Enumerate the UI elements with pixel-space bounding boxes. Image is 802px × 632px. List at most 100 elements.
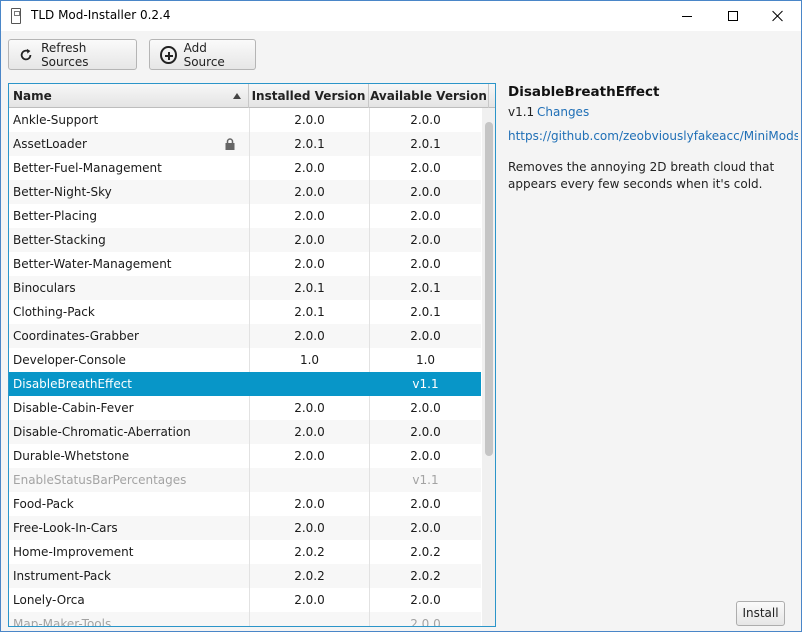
installed-version-cell: 2.0.0	[249, 204, 369, 228]
installed-version-cell: 2.0.0	[249, 516, 369, 540]
installed-version-cell: 2.0.2	[249, 564, 369, 588]
installed-version-cell: 2.0.0	[249, 420, 369, 444]
available-version-cell: 2.0.0	[369, 204, 481, 228]
available-version-cell: 2.0.0	[369, 516, 481, 540]
mod-name-cell: Instrument-Pack	[13, 569, 111, 583]
installed-version-cell: 2.0.0	[249, 396, 369, 420]
table-row[interactable]: Developer-Console 1.0 1.0	[9, 348, 481, 372]
table-row[interactable]: EnableStatusBarPercentages v1.1	[9, 468, 481, 492]
installed-version-cell: 2.0.0	[249, 492, 369, 516]
close-button[interactable]	[755, 1, 801, 31]
available-version-cell: 2.0.0	[369, 252, 481, 276]
available-version-cell: 2.0.1	[369, 300, 481, 324]
mod-name-cell: Better-Placing	[13, 209, 97, 223]
table-row[interactable]: DisableBreathEffect v1.1	[9, 372, 481, 396]
mod-name-cell: Better-Fuel-Management	[13, 161, 162, 175]
available-version-cell: 2.0.0	[369, 444, 481, 468]
installed-version-cell: 2.0.0	[249, 180, 369, 204]
mod-name-cell: AssetLoader	[13, 137, 87, 151]
installed-version-cell: 2.0.0	[249, 108, 369, 132]
table-row[interactable]: Better-Night-Sky 2.0.0 2.0.0	[9, 180, 481, 204]
maximize-icon	[728, 11, 738, 21]
available-version-cell: 2.0.1	[369, 132, 481, 156]
installed-version-cell: 2.0.0	[249, 252, 369, 276]
available-version-cell: 1.0	[369, 348, 481, 372]
minimize-button[interactable]	[664, 1, 710, 31]
table-row[interactable]: Better-Water-Management 2.0.0 2.0.0	[9, 252, 481, 276]
source-url-link[interactable]: https://github.com/zeobviouslyfakeacc/Mi…	[508, 129, 798, 143]
mod-name-cell: Clothing-Pack	[13, 305, 95, 319]
table-header: Name Installed Version Available Version	[9, 84, 495, 108]
mod-name-cell: Food-Pack	[13, 497, 74, 511]
table-row[interactable]: Better-Placing 2.0.0 2.0.0	[9, 204, 481, 228]
table-row[interactable]: Food-Pack 2.0.0 2.0.0	[9, 492, 481, 516]
app-window: TLD Mod-Installer 0.2.4 Refresh Sources …	[0, 0, 802, 632]
sort-ascending-icon	[233, 93, 241, 99]
table-row[interactable]: Ankle-Support 2.0.0 2.0.0	[9, 108, 481, 132]
vertical-scrollbar[interactable]	[482, 108, 495, 626]
refresh-sources-button[interactable]: Refresh Sources	[8, 39, 137, 70]
mod-name-cell: DisableBreathEffect	[13, 377, 132, 391]
mod-name-cell: Binoculars	[13, 281, 76, 295]
mod-name-cell: Coordinates-Grabber	[13, 329, 139, 343]
table-row[interactable]: Home-Improvement 2.0.2 2.0.2	[9, 540, 481, 564]
lock-icon	[225, 138, 235, 150]
detail-version: v1.1	[508, 105, 535, 119]
install-button[interactable]: Install	[736, 601, 785, 626]
maximize-button[interactable]	[710, 1, 756, 31]
available-version-cell: 2.0.0	[369, 180, 481, 204]
column-header-installed-version[interactable]: Installed Version	[249, 84, 369, 108]
mod-name-cell: Disable-Cabin-Fever	[13, 401, 134, 415]
mod-name-cell: Lonely-Orca	[13, 593, 85, 607]
mod-name-cell: EnableStatusBarPercentages	[13, 473, 187, 487]
available-version-cell: 2.0.0	[369, 492, 481, 516]
installed-version-cell: 2.0.0	[249, 156, 369, 180]
close-icon	[772, 10, 784, 22]
mod-name-cell: Disable-Chromatic-Aberration	[13, 425, 191, 439]
changes-link[interactable]: Changes	[537, 105, 589, 119]
table-row[interactable]: Map-Maker-Tools 2.0.0	[9, 612, 481, 627]
table-row[interactable]: Coordinates-Grabber 2.0.0 2.0.0	[9, 324, 481, 348]
table-row[interactable]: Binoculars 2.0.1 2.0.1	[9, 276, 481, 300]
scrollbar-thumb[interactable]	[485, 122, 493, 456]
refresh-icon	[20, 48, 32, 60]
table-row[interactable]: Instrument-Pack 2.0.2 2.0.2	[9, 564, 481, 588]
detail-description: Removes the annoying 2D breath cloud tha…	[508, 160, 775, 191]
installed-version-cell: 2.0.1	[249, 132, 369, 156]
add-source-button[interactable]: Add Source	[149, 39, 256, 70]
table-row[interactable]: Disable-Cabin-Fever 2.0.0 2.0.0	[9, 396, 481, 420]
add-circle-icon	[160, 45, 177, 64]
column-header-available-version[interactable]: Available Version	[369, 84, 489, 108]
add-source-label: Add Source	[183, 40, 225, 69]
mod-name-cell: Durable-Whetstone	[13, 449, 130, 463]
mod-name-cell: Map-Maker-Tools	[13, 617, 112, 627]
available-version-cell: v1.1	[369, 372, 481, 396]
available-version-cell: 2.0.0	[369, 324, 481, 348]
title-bar: TLD Mod-Installer 0.2.4	[1, 1, 801, 31]
available-version-cell: 2.0.0	[369, 588, 481, 612]
refresh-sources-label: Refresh Sources	[41, 40, 89, 69]
available-version-cell: 2.0.2	[369, 540, 481, 564]
table-row[interactable]: Better-Stacking 2.0.0 2.0.0	[9, 228, 481, 252]
available-version-cell: 2.0.0	[369, 228, 481, 252]
mod-name-cell: Better-Stacking	[13, 233, 106, 247]
mod-name-cell: Free-Look-In-Cars	[13, 521, 118, 535]
installed-version-cell	[249, 612, 369, 626]
available-version-cell: 2.0.0	[369, 396, 481, 420]
column-header-name[interactable]: Name	[9, 84, 249, 108]
available-version-cell: 2.0.0	[369, 420, 481, 444]
detail-title: DisableBreathEffect	[508, 84, 660, 100]
header-filler	[489, 84, 495, 108]
table-row[interactable]: Disable-Chromatic-Aberration 2.0.0 2.0.0	[9, 420, 481, 444]
table-row[interactable]: Clothing-Pack 2.0.1 2.0.1	[9, 300, 481, 324]
installed-version-cell: 2.0.2	[249, 540, 369, 564]
table-row[interactable]: Durable-Whetstone 2.0.0 2.0.0	[9, 444, 481, 468]
table-row[interactable]: Free-Look-In-Cars 2.0.0 2.0.0	[9, 516, 481, 540]
app-icon	[11, 8, 21, 24]
table-row[interactable]: Lonely-Orca 2.0.0 2.0.0	[9, 588, 481, 612]
available-version-cell: 2.0.2	[369, 564, 481, 588]
installed-version-cell: 2.0.1	[249, 300, 369, 324]
installed-version-cell: 2.0.1	[249, 276, 369, 300]
table-row[interactable]: AssetLoader 2.0.1 2.0.1	[9, 132, 481, 156]
table-row[interactable]: Better-Fuel-Management 2.0.0 2.0.0	[9, 156, 481, 180]
